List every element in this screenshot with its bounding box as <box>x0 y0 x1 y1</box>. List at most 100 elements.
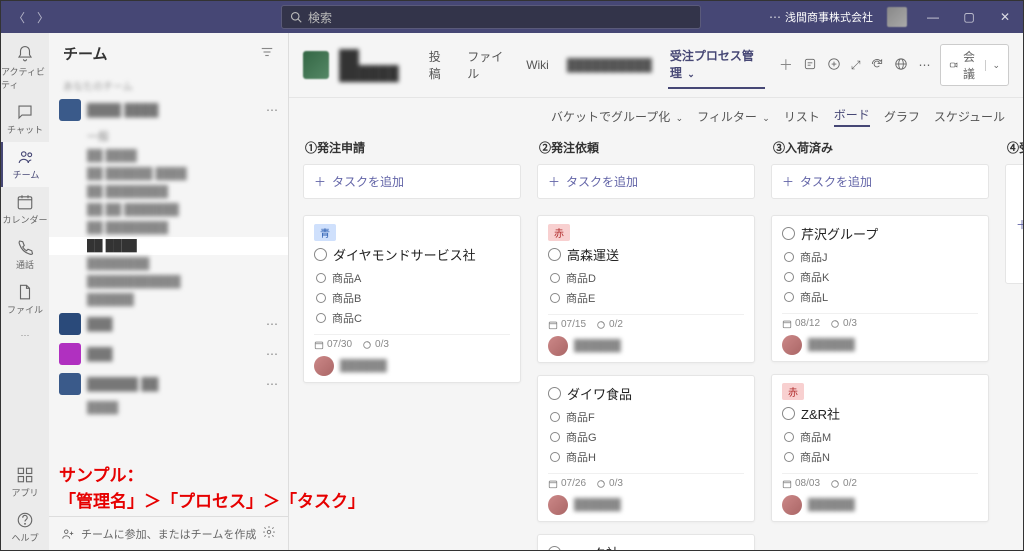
complete-circle-icon[interactable] <box>548 546 561 550</box>
tab-active[interactable]: 受注プロセス管理 ⌄ <box>668 41 765 89</box>
channel-name: ██ ██████ <box>339 49 417 81</box>
complete-circle-icon[interactable] <box>548 248 561 261</box>
rail-calendar[interactable]: カレンダー <box>1 187 49 232</box>
team-more-icon[interactable]: ⋯ <box>266 317 278 331</box>
user-avatar[interactable] <box>887 7 907 27</box>
nav-forward[interactable]: 〉 <box>33 7 53 28</box>
channel-item[interactable]: ████████████ <box>49 273 288 291</box>
subtask-item[interactable]: 商品H <box>548 447 744 467</box>
task-card[interactable]: 芹沢グループ商品J商品K商品L08/120/3██████ <box>771 215 989 362</box>
header-actions: ⤢ ⋯ 会議 ⌄ <box>803 44 1009 86</box>
assignee-name: ██████ <box>340 360 387 372</box>
window-close[interactable]: ✕ <box>987 10 1023 24</box>
rail-calls[interactable]: 通話 <box>1 232 49 277</box>
add-task-button[interactable]: ＋タスクを追加 <box>537 164 755 199</box>
subtask-item[interactable]: 商品E <box>548 288 744 308</box>
complete-circle-icon[interactable] <box>782 407 795 420</box>
meet-button[interactable]: 会議 ⌄ <box>940 44 1009 86</box>
search-input[interactable]: 検索 <box>281 5 701 29</box>
expand-icon[interactable]: ⤢ <box>851 58 861 73</box>
team-row[interactable]: ███⋯ <box>49 339 288 369</box>
task-card[interactable]: 青ダイヤモンドサービス社商品A商品B商品C07/300/3██████ <box>303 215 521 383</box>
complete-circle-icon[interactable] <box>782 227 795 240</box>
progress: 0/3 <box>596 478 623 489</box>
team-more-icon[interactable]: ⋯ <box>266 347 278 361</box>
channel-icon-2[interactable] <box>827 57 841 74</box>
rail-apps[interactable]: アプリ <box>1 460 49 505</box>
add-task-button[interactable]: ＋タスクを追加 <box>1005 164 1023 284</box>
team-more-icon[interactable]: ⋯ <box>266 103 278 117</box>
assignee: ██████ <box>548 336 744 356</box>
header-more-icon[interactable]: ⋯ <box>918 58 930 72</box>
subtask-item[interactable]: 商品N <box>782 447 978 467</box>
assignee-name: ██████ <box>808 499 855 511</box>
card-title: ダイワ食品 <box>548 384 744 403</box>
subtask-item[interactable]: 商品M <box>782 427 978 447</box>
filter-icon[interactable] <box>260 45 274 63</box>
channel-item[interactable]: 一般 <box>49 125 288 147</box>
nav-back[interactable]: 〈 <box>9 7 29 28</box>
rail-files[interactable]: ファイル <box>1 277 49 322</box>
subtask-item[interactable]: 商品G <box>548 427 744 447</box>
join-create-team[interactable]: チームに参加、またはチームを作成 <box>61 526 256 542</box>
due-date: 07/15 <box>548 319 586 330</box>
subtask-item[interactable]: 商品F <box>548 407 744 427</box>
channel-item[interactable]: ████ <box>49 399 288 417</box>
channel-item-selected[interactable]: ██ ████ <box>49 237 288 255</box>
globe-icon[interactable] <box>894 57 908 74</box>
channel-item[interactable]: ██ ████ <box>49 147 288 165</box>
view-list[interactable]: リスト <box>784 108 820 125</box>
add-task-button[interactable]: ＋タスクを追加 <box>771 164 989 199</box>
subtask-item[interactable]: 商品L <box>782 287 978 307</box>
rail-chat[interactable]: チャット <box>1 97 49 142</box>
task-card[interactable]: ダイワ食品商品F商品G商品H07/260/3██████ <box>537 375 755 522</box>
tab-files[interactable]: ファイル <box>465 42 510 88</box>
add-tab-icon[interactable]: ＋ <box>779 55 793 75</box>
subtask-item[interactable]: 商品K <box>782 267 978 287</box>
team-row[interactable]: ███⋯ <box>49 309 288 339</box>
meet-caret[interactable]: ⌄ <box>985 60 1000 71</box>
window-minimize[interactable]: — <box>915 10 951 24</box>
add-task-button[interactable]: ＋タスクを追加 <box>303 164 521 199</box>
task-card[interactable]: 赤Z&R社商品M商品N08/030/2██████ <box>771 374 989 522</box>
rail-activity[interactable]: アクティビティ <box>1 39 49 97</box>
refresh-icon[interactable] <box>870 57 884 74</box>
team-row[interactable]: ████ ████⋯ <box>49 95 288 125</box>
task-card[interactable]: 赤高森運送商品D商品E07/150/2██████ <box>537 215 755 363</box>
tab-wiki[interactable]: Wiki <box>524 52 551 78</box>
rail-teams[interactable]: チーム <box>1 142 49 187</box>
rail-help[interactable]: ヘルプ <box>1 505 49 550</box>
gear-icon[interactable] <box>262 525 276 542</box>
channel-item[interactable]: ██ ██ ███████ <box>49 201 288 219</box>
subtask-item[interactable]: 商品B <box>314 288 510 308</box>
team-more-icon[interactable]: ⋯ <box>266 377 278 391</box>
header-more-icon[interactable]: ⋯ <box>769 10 781 24</box>
filter-dropdown[interactable]: フィルター ⌄ <box>697 108 770 125</box>
channel-icon-1[interactable] <box>803 57 817 74</box>
assignee-avatar <box>548 336 568 356</box>
subtask-item[interactable]: 商品A <box>314 268 510 288</box>
card-title: Z&R社 <box>782 404 978 423</box>
view-chart[interactable]: グラフ <box>884 108 920 125</box>
group-by-dropdown[interactable]: バケットでグループ化 ⌄ <box>551 108 683 125</box>
channel-item[interactable]: ████████ <box>49 255 288 273</box>
window-maximize[interactable]: ▢ <box>951 10 987 24</box>
task-card[interactable]: ィック社08/180/3 <box>537 534 755 550</box>
view-schedule[interactable]: スケジュール <box>934 108 1005 125</box>
view-board[interactable]: ボード <box>834 106 870 127</box>
progress-icon <box>596 320 606 330</box>
channel-item[interactable]: ██ ████████ <box>49 183 288 201</box>
subtask-circle-icon <box>784 292 794 302</box>
rail-more-icon[interactable]: ⋯ <box>21 330 30 341</box>
complete-circle-icon[interactable] <box>548 387 561 400</box>
complete-circle-icon[interactable] <box>314 248 327 261</box>
channel-item[interactable]: ██ ████████ <box>49 219 288 237</box>
team-row[interactable]: ██████ ██⋯ <box>49 369 288 399</box>
tab-posts[interactable]: 投稿 <box>427 42 451 88</box>
tab-hidden[interactable]: ██████████ <box>565 52 654 78</box>
subtask-item[interactable]: 商品J <box>782 247 978 267</box>
subtask-item[interactable]: 商品D <box>548 268 744 288</box>
subtask-item[interactable]: 商品C <box>314 308 510 328</box>
channel-item[interactable]: ██ ██████ ████ <box>49 165 288 183</box>
channel-item[interactable]: ██████ <box>49 291 288 309</box>
